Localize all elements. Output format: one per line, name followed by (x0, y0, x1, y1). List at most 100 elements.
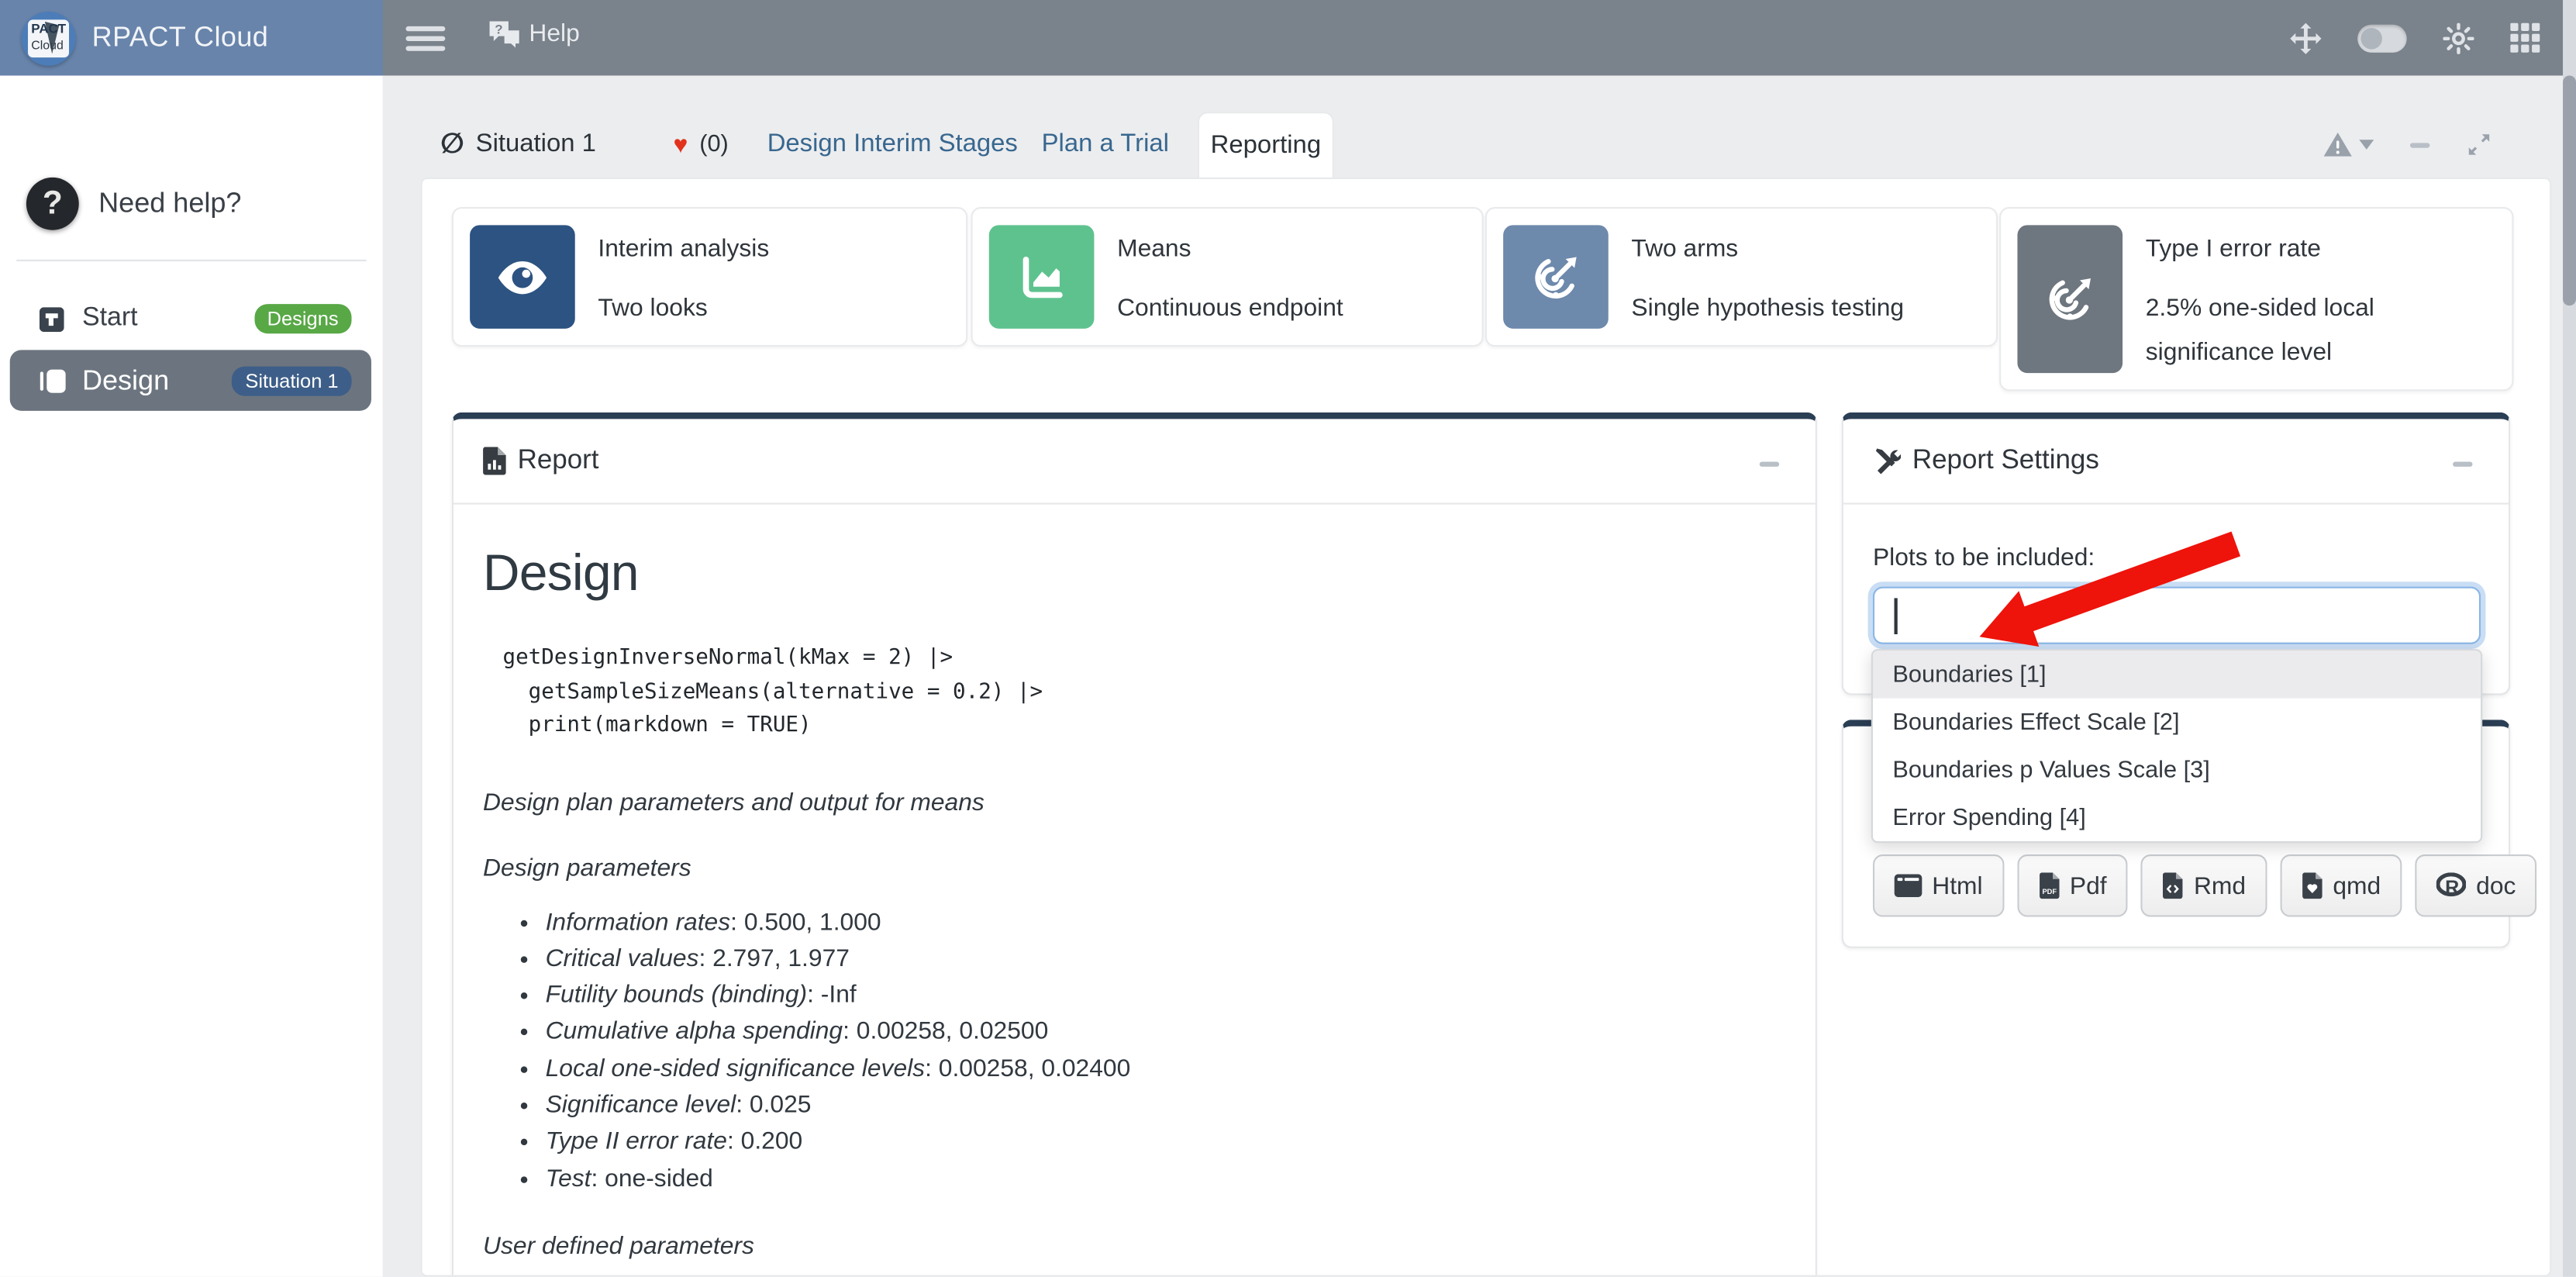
heart-count: (0) (699, 132, 729, 158)
card-title: Interim analysis (598, 235, 769, 263)
help-label: Help (529, 19, 579, 47)
file-pdf-icon: PDF (2039, 872, 2060, 899)
collapse-settings-button[interactable] (2453, 462, 2472, 467)
flipboard-icon (40, 306, 66, 331)
plots-select-input[interactable] (1873, 587, 2481, 644)
export-buttons-row: Html PDF Pdf (1873, 854, 2537, 917)
card-title: Two arms (1631, 235, 1738, 263)
tab-design-interim-stages[interactable]: Design Interim Stages (767, 112, 1018, 178)
dropdown-option-boundaries-effect-scale[interactable]: Boundaries Effect Scale [2] (1873, 699, 2481, 746)
export-pdf-button[interactable]: PDF Pdf (2017, 854, 2128, 917)
main-content: ∅ Situation 1 ♥ (0) Design Interim Stage… (383, 75, 2576, 1276)
sidebar-need-help[interactable]: ? Need help? (26, 178, 242, 230)
collapse-panel-button[interactable] (2410, 142, 2429, 147)
export-rmd-button[interactable]: Rmd (2141, 854, 2267, 917)
bullseye-arrow-icon (1503, 225, 1609, 329)
heart-icon[interactable]: ♥ (673, 130, 688, 158)
report-intro: Design plan parameters and output for me… (483, 788, 1786, 816)
sidebar-toggle-hamburger-icon[interactable] (405, 22, 445, 54)
parameter-item: Critical values2.797, 1.977 (546, 941, 1786, 978)
screwdriver-wrench-icon (1873, 447, 1901, 475)
r-code-block: getDesignInverseNormal(kMax = 2) |> getS… (502, 643, 1785, 744)
card-subtitle: Two looks (598, 286, 707, 330)
situation-badge: Situation 1 (232, 366, 351, 395)
grid-apps-icon[interactable] (2510, 23, 2540, 53)
report-card-title: Report (518, 445, 599, 476)
plots-dropdown: Boundaries [1] Boundaries Effect Scale [… (1871, 649, 2482, 843)
scrollbar[interactable] (2563, 0, 2576, 1277)
expand-diagonal-icon[interactable] (2466, 132, 2492, 158)
empty-set-icon: ∅ (440, 128, 464, 160)
tab-bar: ∅ Situation 1 ♥ (0) Design Interim Stage… (421, 112, 2552, 178)
dropdown-option-boundaries-p-values[interactable]: Boundaries p Values Scale [3] (1873, 746, 2481, 793)
parameter-item: Information rates0.500, 1.000 (546, 905, 1786, 941)
parameter-item: Cumulative alpha spending0.00258, 0.0250… (546, 1014, 1786, 1051)
report-card-header: Report (453, 419, 1816, 504)
report-section-design-parameters: Design parameters (483, 854, 1786, 882)
sidebar-divider (16, 260, 366, 261)
svg-text:R: R (2446, 877, 2460, 899)
design-parameters-list: Information rates0.500, 1.000 Critical v… (483, 905, 1786, 1198)
info-card-two-arms: Two arms Single hypothesis testing (1485, 207, 1998, 347)
export-qmd-button[interactable]: qmd (2281, 854, 2402, 917)
theme-sun-icon[interactable] (2443, 22, 2474, 53)
rpact-cloud-app: PACT Cloud RPACT Cloud ? Help (0, 0, 2576, 1277)
design-kanban-icon (40, 368, 66, 394)
designs-badge: Designs (254, 304, 352, 333)
window-icon (1895, 874, 1923, 897)
collapse-report-button[interactable] (1760, 462, 1779, 467)
report-heading: Design (483, 546, 1786, 602)
app-title: RPACT Cloud (92, 22, 269, 54)
rpact-logo-icon: PACT Cloud (22, 11, 76, 65)
warning-triangle-icon (2323, 132, 2353, 158)
card-title: Means (1117, 235, 1191, 263)
text-cursor (1895, 598, 1897, 634)
svg-text:?: ? (495, 22, 502, 37)
card-title: Type I error rate (2146, 235, 2321, 263)
sidebar-item-label: Start (82, 304, 138, 333)
svg-text:PDF: PDF (2042, 888, 2057, 896)
situation-tab-label[interactable]: Situation 1 (476, 129, 596, 159)
file-heart-icon (2302, 872, 2323, 899)
sidebar-item-start[interactable]: Start Designs (10, 292, 371, 345)
reporting-panel: Interim analysis Two looks Means Continu… (421, 178, 2552, 1277)
info-card-means: Means Continuous endpoint (971, 207, 1483, 347)
card-subtitle: Continuous endpoint (1117, 286, 1343, 330)
export-doc-button[interactable]: R doc (2416, 854, 2537, 917)
help-menu[interactable]: ? Help (488, 19, 579, 47)
card-subtitle: 2.5% one-sided local significance level (2146, 286, 2499, 374)
file-code-icon (2163, 872, 2185, 899)
need-help-label: Need help? (98, 188, 241, 220)
parameter-item: Significance level0.025 (546, 1088, 1786, 1124)
parameter-item: Local one-sided significance levels0.002… (546, 1051, 1786, 1088)
dropdown-option-error-spending[interactable]: Error Spending [4] (1873, 794, 2481, 841)
tab-plan-a-trial[interactable]: Plan a Trial (1042, 112, 1169, 178)
card-subtitle: Single hypothesis testing (1631, 286, 1904, 330)
parameter-item: Type II error rate0.200 (546, 1124, 1786, 1161)
sidebar-item-design[interactable]: Design Situation 1 (10, 350, 371, 410)
dropdown-option-boundaries[interactable]: Boundaries [1] (1873, 651, 2481, 698)
info-card-type-i-error: Type I error rate 2.5% one-sided local s… (1999, 207, 2513, 391)
bullseye-arrow-icon (2017, 225, 2123, 373)
report-settings-title: Report Settings (1912, 445, 2099, 476)
parameter-item: Futility bounds (binding)-Inf (546, 978, 1786, 1014)
tab-reporting[interactable]: Reporting (1198, 112, 1334, 179)
report-settings-header: Report Settings (1843, 419, 2509, 504)
fullscreen-arrows-icon[interactable] (2290, 22, 2321, 53)
warnings-dropdown[interactable] (2323, 132, 2374, 158)
brand: PACT Cloud RPACT Cloud (0, 0, 383, 75)
top-bar: PACT Cloud RPACT Cloud ? Help (0, 0, 2576, 75)
parameter-item: Testone-sided (546, 1161, 1786, 1197)
sidebar: ? Need help? Start Designs Design Situat… (0, 75, 383, 1276)
plots-label: Plots to be included: (1873, 544, 2095, 571)
file-chart-icon (483, 447, 506, 475)
scrollbar-thumb[interactable] (2563, 75, 2576, 305)
area-chart-icon (989, 225, 1095, 329)
question-mark-icon: ? (26, 178, 79, 230)
r-logo-icon: R (2436, 872, 2466, 899)
dark-mode-toggle[interactable] (2357, 24, 2407, 52)
report-body: Design getDesignInverseNormal(kMax = 2) … (483, 502, 1786, 1260)
caret-down-icon (2359, 140, 2374, 150)
sidebar-item-label: Design (82, 364, 169, 396)
export-html-button[interactable]: Html (1873, 854, 2004, 917)
